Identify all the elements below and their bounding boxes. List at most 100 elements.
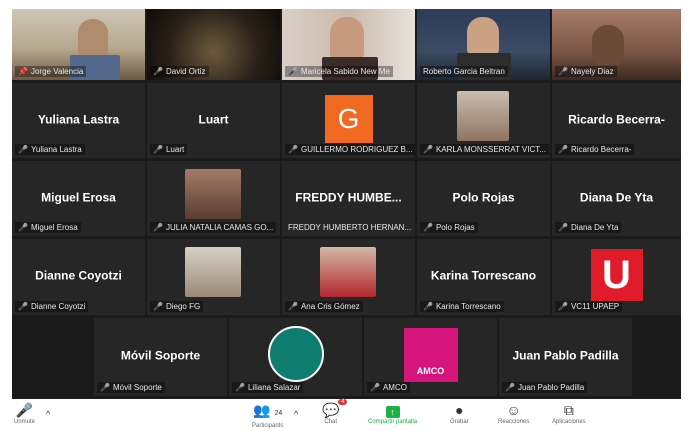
muted-mic-icon: 🎤 bbox=[288, 67, 298, 76]
muted-mic-icon: 🎤 bbox=[153, 302, 163, 311]
muted-mic-icon: 🎤 bbox=[153, 145, 163, 154]
participant-label: 🎤 Luart bbox=[150, 144, 188, 155]
muted-mic-icon: 🎤 bbox=[558, 223, 568, 232]
participant-label: 🎤 Miguel Erosa bbox=[15, 222, 81, 233]
chevron-up-icon: ^ bbox=[46, 409, 51, 419]
participant-display-name: Miguel Erosa bbox=[41, 190, 116, 205]
participant-tile[interactable]: 🎤 KARLA MONSSERRAT VICT... bbox=[417, 83, 550, 158]
reactions-button[interactable]: ☺ Reacciones bbox=[498, 401, 529, 425]
participant-tile[interactable]: Karina Torrescano 🎤 Karina Torrescano bbox=[417, 239, 550, 315]
participant-tile[interactable]: 🎤 Nayely Diaz bbox=[552, 9, 681, 80]
participant-label: 🎤 Ricardo Becerra- bbox=[555, 144, 635, 155]
gallery-view: 📌 Jorge Valencia 🎤 David Ortiz 🎤 Maricela S… bbox=[12, 9, 681, 399]
participant-label: 🎤 Maricela Sabido New Me bbox=[285, 66, 393, 77]
participant-tile[interactable]: U 🎤 VC11 UPAEP bbox=[552, 239, 681, 315]
participant-label: 🎤 Polo Rojas bbox=[420, 222, 478, 233]
muted-mic-icon: 🎤 bbox=[100, 383, 110, 392]
participants-options-chevron[interactable]: ^ bbox=[294, 405, 298, 423]
apps-button[interactable]: ⧉ Aplicaciones bbox=[552, 401, 586, 425]
participant-tile[interactable]: Dianne Coyotzi 🎤 Dianne Coyotzi bbox=[12, 239, 145, 315]
participant-display-name: Diana De Yta bbox=[579, 190, 654, 205]
muted-mic-icon: 🎤 bbox=[423, 145, 433, 154]
participant-tile[interactable]: Polo Rojas 🎤 Polo Rojas bbox=[417, 161, 550, 236]
participant-tile[interactable]: 🎤 Diego FG bbox=[147, 239, 280, 315]
record-icon: ● bbox=[455, 402, 464, 418]
muted-mic-icon: 🎤 bbox=[558, 302, 568, 311]
participant-label: 🎤 Liliana Salazar bbox=[232, 382, 304, 393]
participant-tile[interactable]: 📌 Jorge Valencia bbox=[12, 9, 145, 80]
muted-mic-icon: 🎤 bbox=[423, 223, 433, 232]
profile-photo bbox=[185, 169, 241, 219]
muted-mic-icon: 🎤 bbox=[18, 145, 28, 154]
participant-display-name: Luart bbox=[198, 112, 229, 127]
participant-tile[interactable]: 🎤 Maricela Sabido New Me bbox=[282, 9, 415, 80]
muted-mic-icon: 🎤 bbox=[153, 223, 163, 232]
person-silhouette bbox=[78, 19, 108, 59]
pin-icon: 📌 bbox=[18, 67, 28, 76]
participant-tile[interactable]: 🎤 David Ortiz bbox=[147, 9, 280, 80]
muted-mic-icon: 🎤 bbox=[505, 383, 515, 392]
participant-display-name: Juan Pablo Padilla bbox=[512, 348, 619, 363]
participant-label: 🎤 Karina Torrescano bbox=[420, 301, 504, 312]
participant-label: 🎤 Dianne Coyotzi bbox=[15, 301, 89, 312]
profile-photo bbox=[267, 326, 324, 382]
person-silhouette bbox=[592, 25, 624, 65]
participant-display-name: Móvil Soporte bbox=[120, 348, 201, 363]
participant-tile[interactable]: Luart 🎤 Luart bbox=[147, 83, 280, 158]
participant-tile[interactable]: Móvil Soporte 🎤 Móvil Soporte bbox=[94, 318, 227, 396]
participant-display-name: Polo Rojas bbox=[452, 190, 515, 205]
participant-display-name: Dianne Coyotzi bbox=[35, 268, 122, 283]
profile-photo bbox=[320, 247, 376, 297]
participant-label: 🎤 VC11 UPAEP bbox=[555, 301, 623, 312]
participants-icon: 👥 24 bbox=[253, 402, 283, 418]
upaep-logo: U bbox=[590, 249, 643, 301]
muted-mic-icon: 🎤 bbox=[288, 302, 298, 311]
chat-button[interactable]: 💬 4 Chat bbox=[322, 399, 348, 425]
muted-mic-icon: 🎤 bbox=[370, 383, 380, 392]
participant-tile[interactable]: FREDDY HUMBE... FREDDY HUMBERTO HERNAN..… bbox=[282, 161, 415, 236]
muted-mic-icon: 🎤 bbox=[18, 223, 28, 232]
participant-tile[interactable]: Yuliana Lastra 🎤 Yuliana Lastra bbox=[12, 83, 145, 158]
meeting-toolbar: 🎤 Unmute ^ 👥 24 Participants ^ 💬 4 Chat … bbox=[0, 399, 692, 431]
participant-label: 🎤 Diego FG bbox=[150, 301, 204, 312]
participant-label: 🎤 GUILLERMO RODRIGUEZ B... bbox=[285, 144, 415, 155]
participant-tile[interactable]: AMCO 🎤 AMCO bbox=[364, 318, 497, 396]
participant-tile[interactable]: 🎤 JULIA NATALIA CAMAS GO... bbox=[147, 161, 280, 236]
participant-label: 📌 Jorge Valencia bbox=[15, 66, 87, 77]
participant-label: FREDDY HUMBERTO HERNAN... bbox=[288, 223, 412, 232]
participant-label: 🎤 Juan Pablo Padilla bbox=[502, 382, 588, 393]
profile-photo bbox=[457, 91, 509, 141]
chevron-up-icon: ^ bbox=[294, 409, 299, 419]
person-silhouette bbox=[467, 17, 499, 57]
muted-mic-icon: 🎤 bbox=[15, 402, 34, 418]
chat-icon: 💬 bbox=[322, 402, 340, 418]
muted-mic-icon: 🎤 bbox=[235, 383, 245, 392]
audio-options-chevron[interactable]: ^ bbox=[46, 405, 50, 423]
participant-tile-active-speaker[interactable]: Roberto Garcia Beltran bbox=[417, 9, 550, 80]
participant-tile[interactable]: 🎤 Liliana Salazar bbox=[229, 318, 362, 396]
participant-tile[interactable]: G 🎤 GUILLERMO RODRIGUEZ B... bbox=[282, 83, 415, 158]
participant-tile[interactable]: 🎤 Ana Cris Gómez bbox=[282, 239, 415, 315]
amco-logo: AMCO bbox=[403, 328, 458, 382]
participant-display-name: FREDDY HUMBE... bbox=[295, 190, 402, 205]
participant-label: 🎤 AMCO bbox=[367, 382, 410, 393]
profile-photo bbox=[185, 247, 241, 297]
participant-label: 🎤 David Ortiz bbox=[150, 66, 209, 77]
participant-tile[interactable]: Juan Pablo Padilla 🎤 Juan Pablo Padilla bbox=[499, 318, 632, 396]
participant-tile[interactable]: Ricardo Becerra- 🎤 Ricardo Becerra- bbox=[552, 83, 681, 158]
muted-mic-icon: 🎤 bbox=[153, 67, 163, 76]
participant-tile[interactable]: Miguel Erosa 🎤 Miguel Erosa bbox=[12, 161, 145, 236]
share-screen-button[interactable]: ↑ Compartir pantalla bbox=[368, 401, 417, 425]
participant-label: 🎤 Ana Cris Gómez bbox=[285, 301, 363, 312]
muted-mic-icon: 🎤 bbox=[18, 302, 28, 311]
participant-label: 🎤 KARLA MONSSERRAT VICT... bbox=[420, 144, 549, 155]
participant-tile[interactable]: Diana De Yta 🎤 Diana De Yta bbox=[552, 161, 681, 236]
reactions-icon: ☺ bbox=[506, 402, 521, 418]
unmute-button[interactable]: 🎤 Unmute bbox=[14, 401, 35, 425]
participant-label: 🎤 Yuliana Lastra bbox=[15, 144, 85, 155]
apps-icon: ⧉ bbox=[563, 402, 574, 418]
record-button[interactable]: ● Grabar bbox=[450, 401, 469, 425]
participant-label: Roberto Garcia Beltran bbox=[420, 66, 508, 77]
muted-mic-icon: 🎤 bbox=[558, 145, 568, 154]
participants-button[interactable]: 👥 24 Participants bbox=[252, 401, 283, 429]
